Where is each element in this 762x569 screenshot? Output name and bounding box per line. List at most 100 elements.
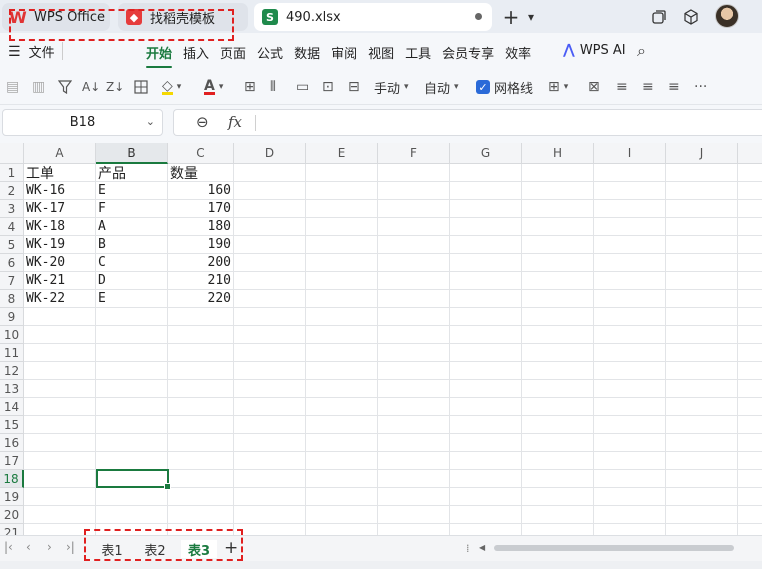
cell-f15[interactable] <box>378 416 450 434</box>
cell-h20[interactable] <box>522 506 594 524</box>
cell-a10[interactable] <box>24 326 96 344</box>
cell-partial[interactable] <box>738 452 762 470</box>
cell-c14[interactable] <box>168 398 234 416</box>
cell-j4[interactable] <box>666 218 738 236</box>
tab-tools[interactable]: 工具 <box>405 43 431 62</box>
scroll-splitter-icon[interactable]: ⁞ <box>466 542 470 555</box>
row-header-18[interactable]: 18 <box>0 470 24 488</box>
cell-c20[interactable] <box>168 506 234 524</box>
cell-partial[interactable] <box>738 272 762 290</box>
column-header-c[interactable]: C <box>168 143 234 164</box>
cell-h5[interactable] <box>522 236 594 254</box>
cell-h19[interactable] <box>522 488 594 506</box>
cell-partial[interactable] <box>738 488 762 506</box>
cell-b11[interactable] <box>96 344 168 362</box>
cell-partial[interactable] <box>738 290 762 308</box>
cell-f1[interactable] <box>378 164 450 182</box>
column-header-e[interactable]: E <box>306 143 378 164</box>
cell-e9[interactable] <box>306 308 378 326</box>
cell-d12[interactable] <box>234 362 306 380</box>
cell-e5[interactable] <box>306 236 378 254</box>
column-header-f[interactable]: F <box>378 143 450 164</box>
cell-e12[interactable] <box>306 362 378 380</box>
spreadsheet-grid[interactable]: A B C D E F G H I J 1 工单 产品 数量 2 WK-16 E 160 3 WK-17 F 170 4 WK… <box>0 143 762 535</box>
cell-f6[interactable] <box>378 254 450 272</box>
cell-g8[interactable] <box>450 290 522 308</box>
manual-calc-dropdown[interactable]: 手动 ▾ <box>374 77 409 97</box>
cell-e3[interactable] <box>306 200 378 218</box>
cell-e16[interactable] <box>306 434 378 452</box>
cell-a8[interactable]: WK-22 <box>24 290 96 308</box>
cell-j20[interactable] <box>666 506 738 524</box>
cell-d14[interactable] <box>234 398 306 416</box>
cell-a7[interactable]: WK-21 <box>24 272 96 290</box>
cell-partial[interactable] <box>738 524 762 535</box>
align-center-icon[interactable]: ≡ <box>642 77 654 97</box>
chevron-down-icon[interactable]: ⌄ <box>146 115 155 128</box>
cell-partial[interactable] <box>738 164 762 182</box>
cell-h16[interactable] <box>522 434 594 452</box>
cell-e19[interactable] <box>306 488 378 506</box>
align-right-icon[interactable]: ≡ <box>668 77 680 97</box>
cell-j3[interactable] <box>666 200 738 218</box>
cell-h21[interactable] <box>522 524 594 535</box>
cell-partial[interactable] <box>738 344 762 362</box>
cell-i2[interactable] <box>594 182 666 200</box>
new-tab-button[interactable]: + <box>502 5 520 29</box>
cell-g20[interactable] <box>450 506 522 524</box>
cell-g15[interactable] <box>450 416 522 434</box>
cell-j17[interactable] <box>666 452 738 470</box>
cell-j7[interactable] <box>666 272 738 290</box>
cell-partial[interactable] <box>738 380 762 398</box>
cell-partial[interactable] <box>738 200 762 218</box>
cell-i17[interactable] <box>594 452 666 470</box>
cell-c18[interactable] <box>168 470 234 488</box>
cell-d11[interactable] <box>234 344 306 362</box>
avatar[interactable] <box>715 4 739 28</box>
cell-h4[interactable] <box>522 218 594 236</box>
auto-calc-dropdown[interactable]: 自动 ▾ <box>424 77 459 97</box>
cell-j18[interactable] <box>666 470 738 488</box>
column-header-a[interactable]: A <box>24 143 96 164</box>
cell-g17[interactable] <box>450 452 522 470</box>
cell-a6[interactable]: WK-20 <box>24 254 96 272</box>
cell-c16[interactable] <box>168 434 234 452</box>
cell-j8[interactable] <box>666 290 738 308</box>
cell-c19[interactable] <box>168 488 234 506</box>
row-height-icon[interactable]: ▭ <box>296 77 309 97</box>
cell-c10[interactable] <box>168 326 234 344</box>
cell-g16[interactable] <box>450 434 522 452</box>
cell-i7[interactable] <box>594 272 666 290</box>
cell-c3[interactable]: 170 <box>168 200 234 218</box>
cell-c8[interactable]: 220 <box>168 290 234 308</box>
cell-b13[interactable] <box>96 380 168 398</box>
column-header-i[interactable]: I <box>594 143 666 164</box>
cell-c15[interactable] <box>168 416 234 434</box>
row-header-12[interactable]: 12 <box>0 362 24 380</box>
cell-j9[interactable] <box>666 308 738 326</box>
row-header-21[interactable]: 21 <box>0 524 24 535</box>
cell-g19[interactable] <box>450 488 522 506</box>
row-header-7[interactable]: 7 <box>0 272 24 290</box>
wrap-icon[interactable]: ⊟ <box>348 77 360 97</box>
cell-e18[interactable] <box>306 470 378 488</box>
cell-d7[interactable] <box>234 272 306 290</box>
tab-data[interactable]: 数据 <box>294 43 320 62</box>
cell-h18[interactable] <box>522 470 594 488</box>
cell-j12[interactable] <box>666 362 738 380</box>
row-header-10[interactable]: 10 <box>0 326 24 344</box>
cell-g12[interactable] <box>450 362 522 380</box>
cell-h2[interactable] <box>522 182 594 200</box>
cell-j14[interactable] <box>666 398 738 416</box>
cell-i3[interactable] <box>594 200 666 218</box>
row-header-17[interactable]: 17 <box>0 452 24 470</box>
cell-h11[interactable] <box>522 344 594 362</box>
tab-review[interactable]: 审阅 <box>331 43 357 62</box>
cell-b16[interactable] <box>96 434 168 452</box>
cell-partial[interactable] <box>738 506 762 524</box>
column-header-partial[interactable] <box>738 143 762 164</box>
active-cell-cursor[interactable] <box>96 469 171 490</box>
tab-page[interactable]: 页面 <box>220 43 246 62</box>
search-icon[interactable]: ⌕ <box>637 41 646 61</box>
cell-g5[interactable] <box>450 236 522 254</box>
